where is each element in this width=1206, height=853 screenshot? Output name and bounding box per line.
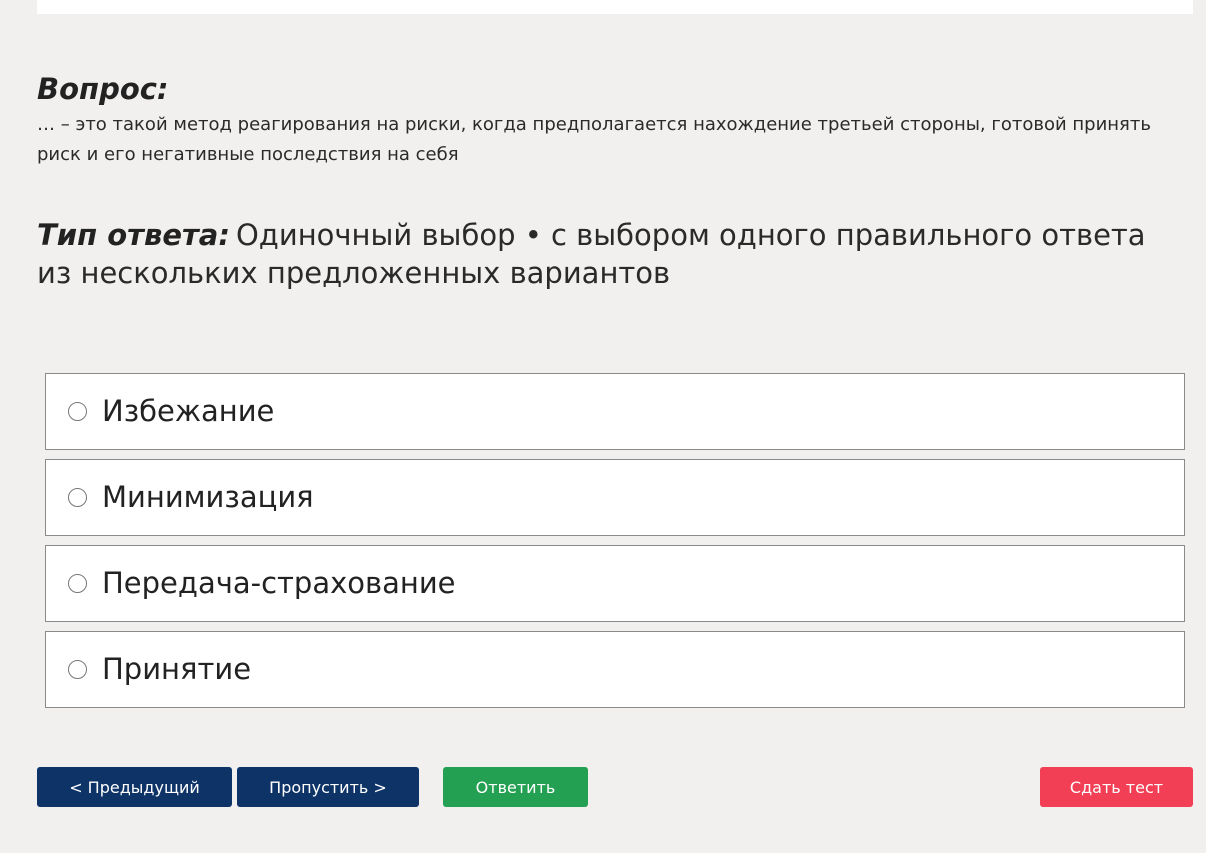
- radio-button-icon[interactable]: [68, 574, 87, 593]
- skip-button[interactable]: Пропустить >: [237, 767, 419, 807]
- answer-option-label: Передача-страхование: [102, 566, 456, 600]
- radio-button-icon[interactable]: [68, 488, 87, 507]
- top-card: [37, 0, 1193, 14]
- radio-button-icon[interactable]: [68, 660, 87, 679]
- answer-option-label: Минимизация: [102, 480, 314, 514]
- answer-option[interactable]: Избежание: [45, 373, 1185, 450]
- submit-test-button[interactable]: Сдать тест: [1040, 767, 1193, 807]
- answer-option[interactable]: Минимизация: [45, 459, 1185, 536]
- answer-option[interactable]: Принятие: [45, 631, 1185, 708]
- answer-type-label: Тип ответа:: [37, 218, 230, 252]
- question-heading: Вопрос:: [37, 72, 169, 106]
- question-text: … – это такой метод реагирования на риск…: [37, 114, 1151, 165]
- previous-button[interactable]: < Предыдущий: [37, 767, 232, 807]
- radio-button-icon[interactable]: [68, 402, 87, 421]
- test-page: Вопрос: … – это такой метод реагирования…: [0, 0, 1206, 853]
- answer-option[interactable]: Передача-страхование: [45, 545, 1185, 622]
- answer-option-label: Принятие: [102, 652, 252, 686]
- answer-button[interactable]: Ответить: [443, 767, 588, 807]
- answer-options: Избежание Минимизация Передача-страхован…: [45, 373, 1185, 717]
- answer-type: Тип ответа: Одиночный выбор • с выбором о…: [37, 216, 1177, 292]
- answer-option-label: Избежание: [102, 394, 275, 428]
